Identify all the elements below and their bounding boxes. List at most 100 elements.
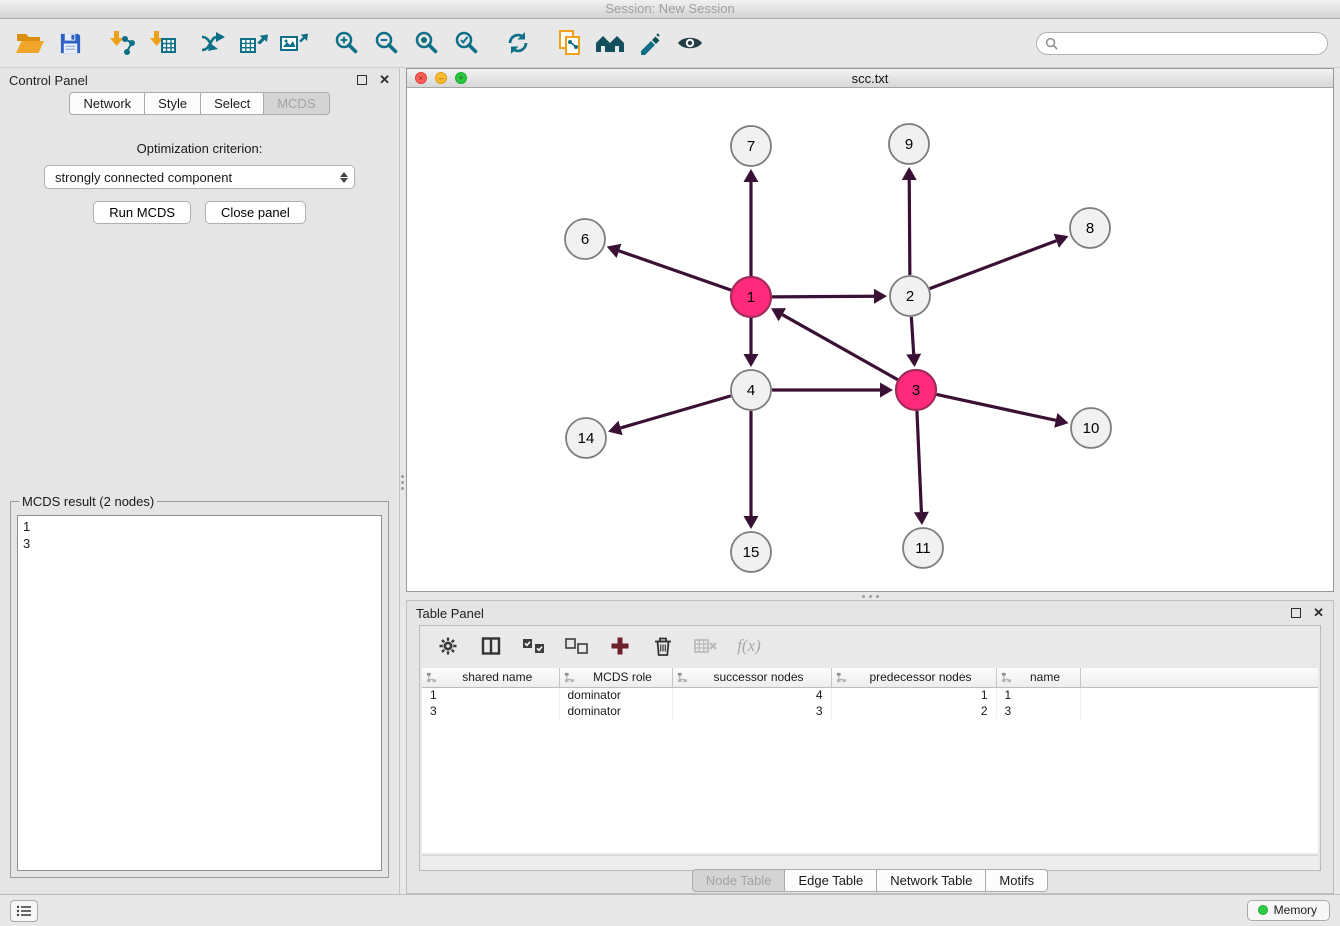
close-table-panel-icon[interactable]: ✕ — [1313, 608, 1324, 618]
table-cell[interactable]: dominator — [559, 687, 672, 703]
save-session-button[interactable] — [50, 23, 90, 63]
graph-edge-2-3[interactable] — [906, 317, 921, 367]
annotation-button[interactable] — [630, 23, 670, 63]
graph-edge-3-1[interactable] — [771, 308, 898, 380]
float-panel-icon[interactable] — [357, 75, 367, 85]
zoom-window-icon[interactable]: + — [455, 72, 467, 84]
search-input[interactable] — [1063, 37, 1319, 51]
graph-edge-2-9[interactable] — [902, 167, 917, 275]
toolbar-search[interactable] — [1036, 32, 1328, 55]
add-row-button[interactable] — [606, 632, 634, 660]
window-titlebar[interactable]: Session: New Session — [0, 0, 1340, 19]
graph-edge-4-3[interactable] — [772, 383, 893, 398]
graph-edge-4-14[interactable] — [608, 396, 731, 435]
zoom-out-button[interactable] — [366, 23, 406, 63]
tab-network[interactable]: Network — [69, 92, 145, 115]
graph-node-8[interactable]: 8 — [1070, 208, 1110, 248]
column-header-successor-nodes[interactable]: successor nodes — [672, 668, 831, 687]
delete-row-button[interactable] — [649, 632, 677, 660]
close-panel-button[interactable]: Close panel — [205, 201, 306, 224]
svg-text:2: 2 — [906, 288, 914, 305]
close-panel-icon[interactable]: ✕ — [379, 75, 390, 85]
float-table-panel-icon[interactable] — [1291, 608, 1301, 618]
refresh-button[interactable] — [498, 23, 538, 63]
open-recent-session-button[interactable] — [550, 23, 590, 63]
graph-node-11[interactable]: 11 — [903, 528, 943, 568]
network-window-titlebar[interactable]: × – + scc.txt — [407, 69, 1333, 88]
tab-node-table[interactable]: Node Table — [692, 869, 786, 892]
export-image-button[interactable] — [274, 23, 314, 63]
column-header-predecessor-nodes[interactable]: predecessor nodes — [831, 668, 996, 687]
vertical-splitter[interactable] — [399, 468, 406, 496]
table-settings-button[interactable] — [434, 632, 462, 660]
graph-edge-1-4[interactable] — [744, 318, 759, 367]
table-cell[interactable]: 1 — [422, 687, 559, 703]
network-from-selection-button[interactable] — [194, 23, 234, 63]
table-cell[interactable]: 3 — [672, 703, 831, 719]
export-table-button[interactable] — [234, 23, 274, 63]
network-canvas[interactable]: 7 9 6 8 1 2 4 3 14 10 15 11 — [407, 88, 1333, 591]
zoom-in-icon — [333, 30, 359, 56]
graph-node-3[interactable]: 3 — [896, 370, 936, 410]
table-horizontal-scrollbar[interactable] — [422, 855, 1318, 870]
graph-node-14[interactable]: 14 — [566, 418, 606, 458]
tab-mcds[interactable]: MCDS — [263, 92, 329, 115]
graph-edge-1-7[interactable] — [744, 169, 759, 276]
tab-motifs[interactable]: Motifs — [985, 869, 1048, 892]
delete-columns-button[interactable] — [692, 632, 720, 660]
graph-node-6[interactable]: 6 — [565, 219, 605, 259]
graph-edge-2-8[interactable] — [930, 234, 1069, 289]
table-cell[interactable]: 3 — [422, 703, 559, 719]
table-cell[interactable]: 4 — [672, 687, 831, 703]
graph-node-2[interactable]: 2 — [890, 276, 930, 316]
tab-edge-table[interactable]: Edge Table — [784, 869, 877, 892]
task-console-button[interactable] — [10, 900, 38, 922]
zoom-fit-button[interactable] — [406, 23, 446, 63]
column-header-name[interactable]: name — [996, 668, 1080, 687]
graph-node-9[interactable]: 9 — [889, 124, 929, 164]
zoom-in-button[interactable] — [326, 23, 366, 63]
graph-edge-3-11[interactable] — [914, 411, 929, 525]
run-mcds-button[interactable]: Run MCDS — [93, 201, 191, 224]
graph-node-15[interactable]: 15 — [731, 532, 771, 572]
table-cell[interactable]: 1 — [831, 687, 996, 703]
zoom-selected-button[interactable] — [446, 23, 486, 63]
graph-edge-1-6[interactable] — [607, 244, 731, 290]
graph-node-4[interactable]: 4 — [731, 370, 771, 410]
select-all-button[interactable] — [520, 632, 548, 660]
column-header-MCDS-role[interactable]: MCDS role — [559, 668, 672, 687]
table-cell[interactable]: 2 — [831, 703, 996, 719]
optimization-select[interactable]: strongly connected component — [44, 165, 355, 189]
graph-node-7[interactable]: 7 — [731, 126, 771, 166]
memory-button[interactable]: Memory — [1247, 900, 1330, 921]
network-window: × – + scc.txt 7 9 6 8 1 2 4 3 14 10 15 11 — [406, 68, 1334, 592]
tab-select[interactable]: Select — [200, 92, 264, 115]
mcds-result-list[interactable]: 13 — [17, 515, 382, 871]
minimize-window-icon[interactable]: – — [435, 72, 447, 84]
table-cell[interactable]: dominator — [559, 703, 672, 719]
close-window-icon[interactable]: × — [415, 72, 427, 84]
svg-text:11: 11 — [915, 540, 931, 557]
function-builder-button[interactable]: f(x) — [735, 632, 763, 660]
graph-edge-1-2[interactable] — [772, 289, 887, 304]
tab-style[interactable]: Style — [144, 92, 201, 115]
graph-node-1[interactable]: 1 — [731, 277, 771, 317]
table-cell[interactable]: 3 — [996, 703, 1080, 719]
import-table-button[interactable] — [142, 23, 182, 63]
table-cell[interactable]: 1 — [996, 687, 1080, 703]
deselect-all-button[interactable] — [563, 632, 591, 660]
table-row[interactable]: 1dominator411 — [422, 687, 1318, 703]
svg-text:15: 15 — [743, 544, 760, 561]
horizontal-splitter[interactable] — [406, 592, 1334, 600]
graph-node-10[interactable]: 10 — [1071, 408, 1111, 448]
split-panel-button[interactable] — [477, 632, 505, 660]
import-network-button[interactable] — [102, 23, 142, 63]
table-row[interactable]: 3dominator323 — [422, 703, 1318, 719]
graph-edge-3-10[interactable] — [937, 394, 1069, 427]
graph-edge-4-15[interactable] — [744, 411, 759, 529]
column-header-shared-name[interactable]: shared name — [422, 668, 559, 687]
tab-network-table[interactable]: Network Table — [876, 869, 986, 892]
show-hide-graphics-button[interactable] — [670, 23, 710, 63]
open-file-button[interactable] — [10, 23, 50, 63]
first-neighbors-button[interactable] — [590, 23, 630, 63]
